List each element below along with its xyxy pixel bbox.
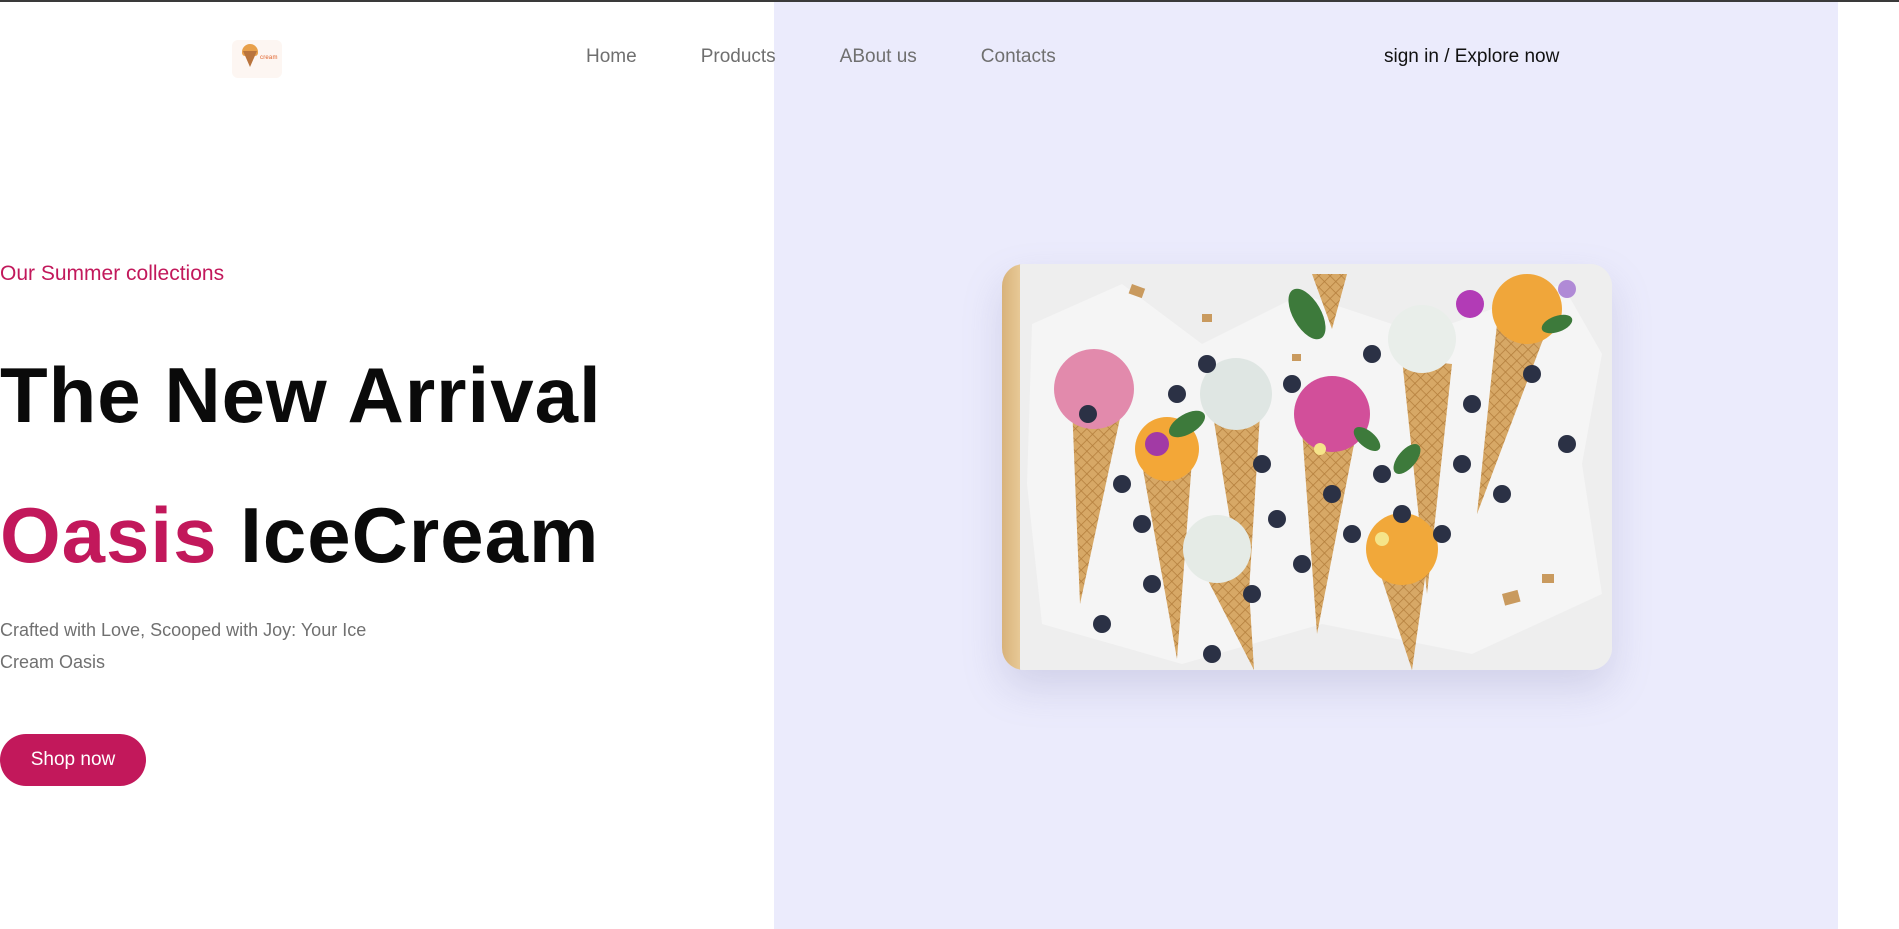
sign-in-explore-link[interactable]: sign in / Explore now bbox=[1384, 46, 1559, 68]
main-nav: Home Products ABout us Contacts bbox=[586, 46, 1120, 68]
ice-cream-cone-icon bbox=[243, 51, 257, 67]
hero-eyebrow: Our Summer collections bbox=[0, 262, 225, 285]
nav-products[interactable]: Products bbox=[701, 46, 776, 68]
hero-title-line2: Oasis IceCream bbox=[0, 496, 599, 574]
shop-now-button[interactable]: Shop now bbox=[0, 734, 146, 786]
hero-title-accent: Oasis bbox=[0, 491, 218, 579]
ice-cream-illustration bbox=[1020, 264, 1612, 670]
ice-cream-cones-photo bbox=[1002, 264, 1612, 670]
hero-title-line1: The New Arrival bbox=[0, 351, 602, 439]
nav-about[interactable]: ABout us bbox=[840, 46, 917, 68]
nav-home[interactable]: Home bbox=[586, 46, 637, 68]
landing-page: cream Home Products ABout us Contacts si… bbox=[0, 0, 1899, 929]
logo[interactable]: cream bbox=[232, 40, 282, 78]
hero-subtitle: Crafted with Love, Scooped with Joy: You… bbox=[0, 620, 367, 672]
logo-text: cream bbox=[260, 55, 278, 61]
hero-title-rest: IceCream bbox=[217, 491, 600, 579]
nav-contacts[interactable]: Contacts bbox=[981, 46, 1056, 68]
